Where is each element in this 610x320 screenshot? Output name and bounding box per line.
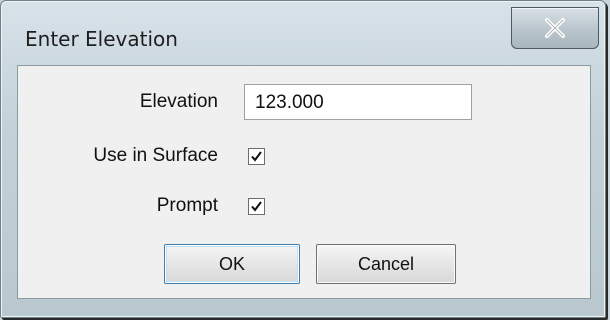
use-in-surface-checkbox[interactable] — [248, 148, 265, 165]
checkmark-icon — [251, 201, 262, 212]
prompt-checkbox[interactable] — [248, 198, 265, 215]
checkmark-icon — [251, 151, 262, 162]
window-title: Enter Elevation — [25, 27, 178, 51]
title-bar[interactable]: Enter Elevation — [1, 1, 605, 59]
elevation-input[interactable] — [244, 84, 472, 120]
close-button[interactable] — [511, 7, 599, 49]
prompt-label: Prompt — [156, 195, 218, 216]
dialog-body: Elevation Use in Surface Prompt OK Cance… — [17, 65, 591, 299]
use-in-surface-label: Use in Surface — [93, 145, 218, 166]
close-icon — [545, 18, 565, 38]
elevation-label: Elevation — [139, 91, 218, 112]
cancel-button[interactable]: Cancel — [316, 244, 456, 284]
ok-button[interactable]: OK — [164, 244, 300, 284]
dialog-window: Enter Elevation Elevation Use in Surface… — [0, 0, 606, 318]
